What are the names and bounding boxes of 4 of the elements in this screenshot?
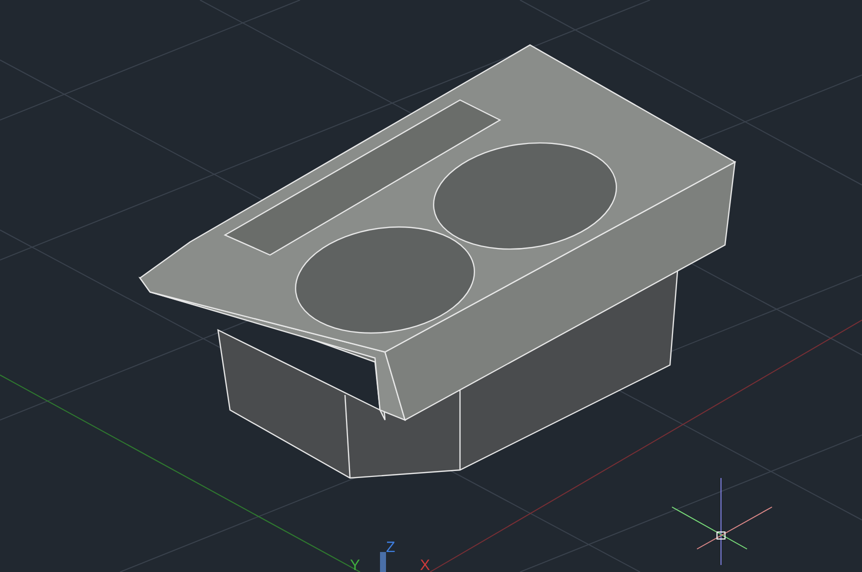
axis-label: X xyxy=(420,557,430,572)
axis-label: Z xyxy=(386,539,396,556)
z-axis-icon xyxy=(380,552,386,572)
crosshair-cursor-icon xyxy=(672,478,772,566)
